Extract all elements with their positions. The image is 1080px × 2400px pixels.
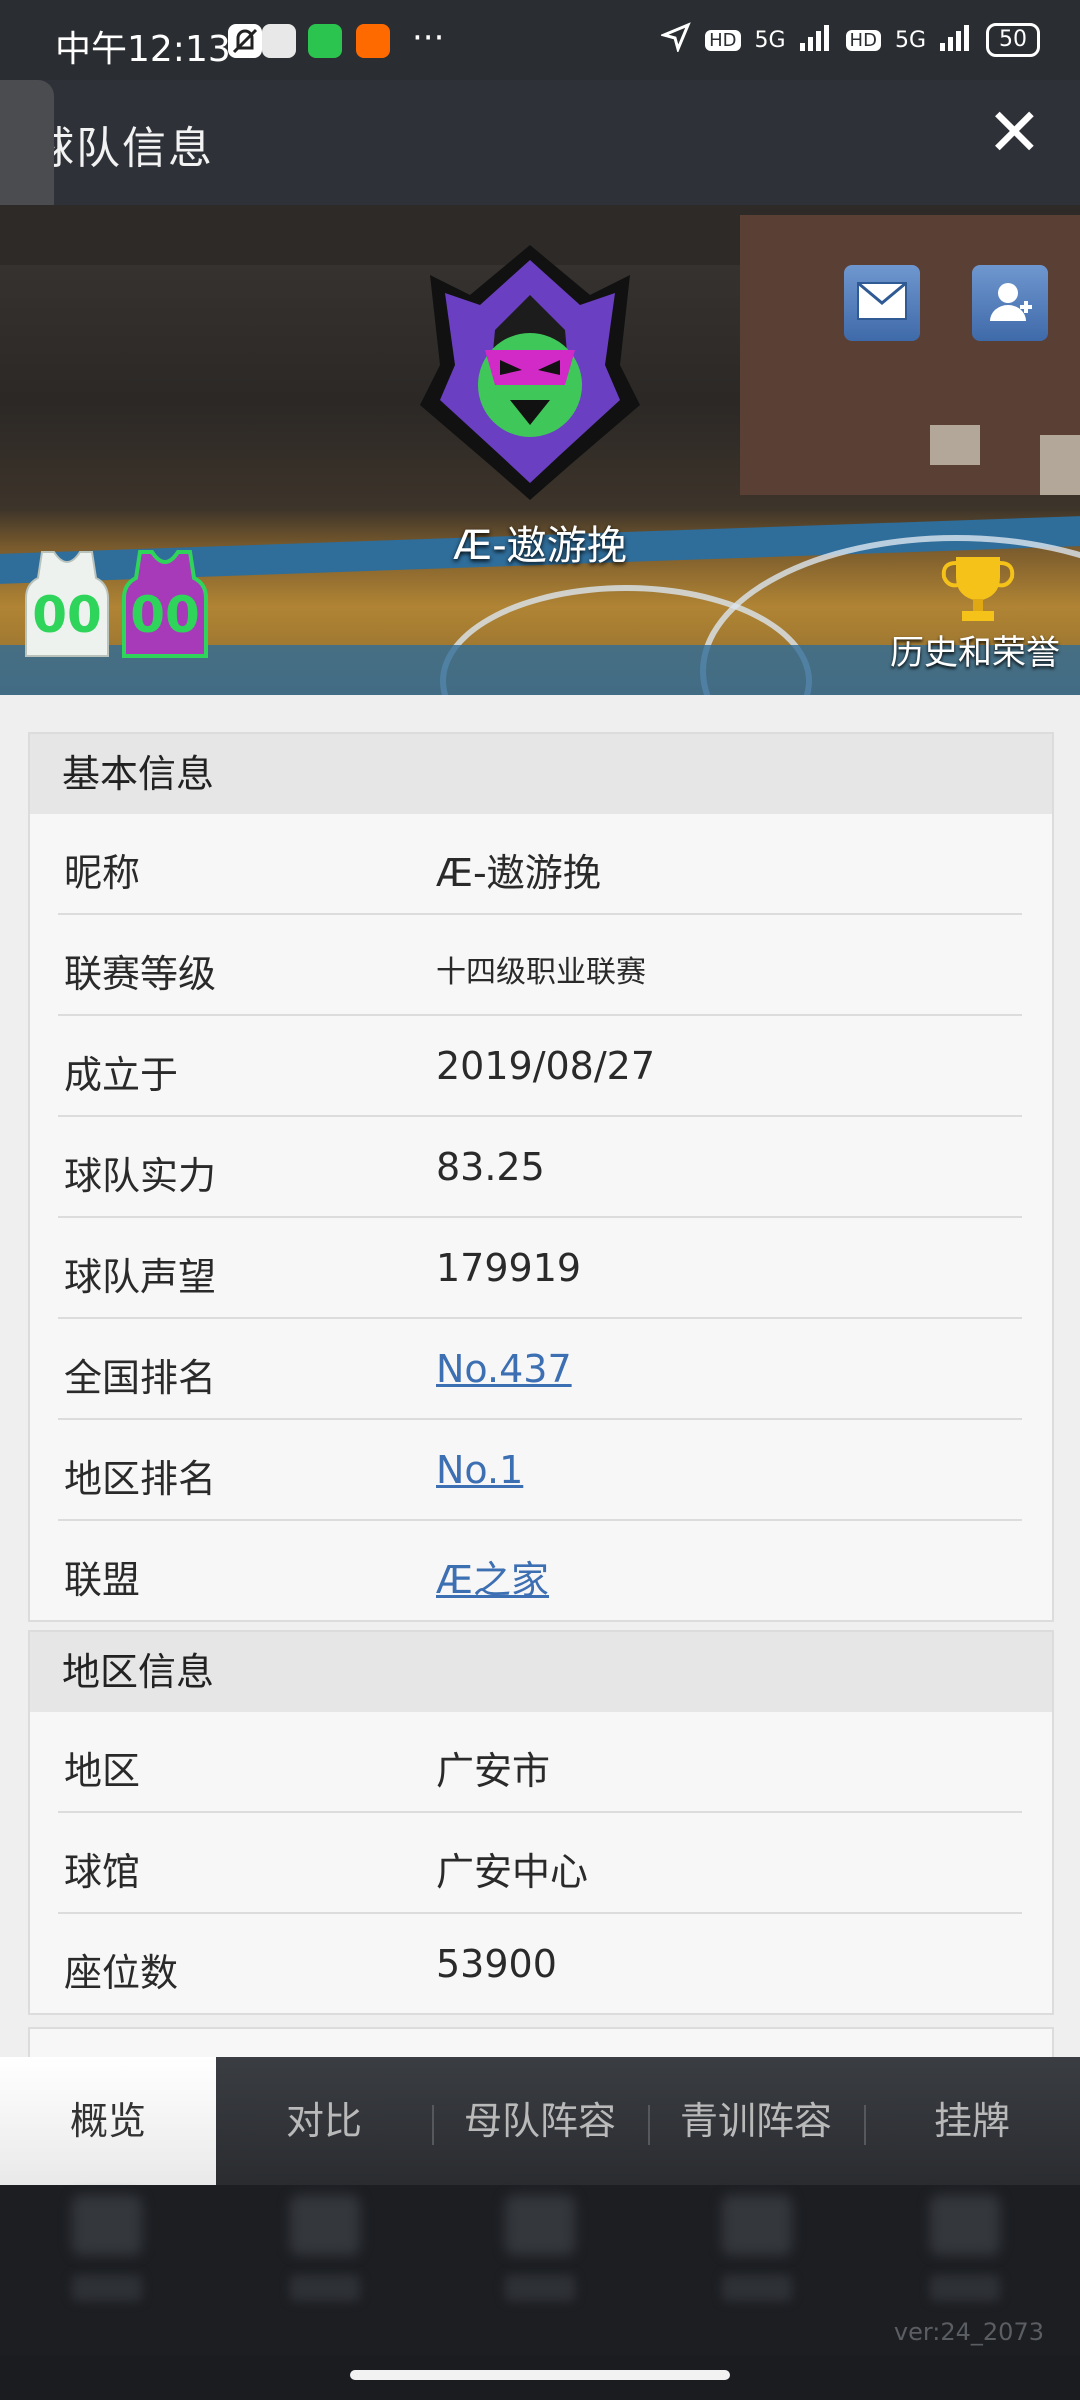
nav-item-4-icon[interactable] (722, 2195, 792, 2255)
basic-info-card: 基本信息 昵称 Æ-遨游挽 联赛等级 十四级职业联赛 成立于 2019/08/2… (28, 732, 1054, 1622)
info-row-region: 地区 广安市 (58, 1712, 1022, 1813)
row-value: 广安市 (436, 1749, 551, 1793)
tab-transfer-list[interactable]: 挂牌 (864, 2057, 1080, 2185)
trophy-icon[interactable] (940, 553, 1016, 629)
nav-item-3-label (505, 2275, 575, 2301)
mute-icon (228, 24, 262, 58)
row-label: 成立于 (64, 1053, 179, 1097)
message-button[interactable] (844, 265, 920, 341)
row-label: 联盟 (64, 1558, 141, 1602)
national-rank-link[interactable]: No.437 (436, 1347, 572, 1391)
alliance-link[interactable]: Æ之家 (436, 1549, 549, 1604)
info-row-strength: 球队实力 83.25 (58, 1117, 1022, 1218)
info-row-seats: 座位数 53900 (58, 1914, 1022, 2013)
nav-item-3-icon[interactable] (505, 2195, 575, 2255)
add-user-icon (986, 277, 1034, 329)
nav-item-5-icon[interactable] (930, 2195, 1000, 2255)
row-label: 球馆 (64, 1850, 141, 1894)
row-label: 地区排名 (64, 1457, 217, 1501)
region-rank-link[interactable]: No.1 (436, 1448, 523, 1492)
home-jersey[interactable]: 00 (24, 550, 110, 658)
info-row-prestige: 球队声望 179919 (58, 1218, 1022, 1319)
info-row-region-rank: 地区排名 No.1 (58, 1420, 1022, 1521)
signal-icon-2 (940, 23, 972, 57)
status-bar: 中午12:13 ··· HD 5G HD 5G 50 (0, 0, 1080, 80)
app-notification-icon (262, 24, 296, 58)
version-label: ver:24_2073 (893, 2318, 1044, 2346)
nav-item-4-label (722, 2275, 792, 2301)
row-value: 十四级职业联赛 (436, 955, 646, 990)
team-logo (400, 235, 660, 505)
info-row-founded: 成立于 2019/08/27 (58, 1016, 1022, 1117)
row-label: 球队实力 (64, 1154, 217, 1198)
region-info-heading: 地区信息 (30, 1632, 1052, 1712)
nav-item-1-icon[interactable] (72, 2195, 142, 2255)
nav-item-1-label (72, 2275, 142, 2301)
hd-badge-2: HD (845, 29, 881, 51)
row-label: 昵称 (64, 851, 141, 895)
page-title: 球队信息 (30, 123, 214, 174)
signal-5g-label-2: 5G (894, 27, 926, 53)
home-jersey-number: 00 (32, 586, 102, 644)
info-row-arena: 球馆 广安中心 (58, 1813, 1022, 1914)
history-honors-link[interactable]: 历史和荣誉 (890, 625, 1060, 674)
tab-bar: 概览 对比 母队阵容 青训阵容 挂牌 (0, 2057, 1080, 2185)
title-bar: 球队信息 ✕ (0, 80, 1080, 205)
info-row-national-rank: 全国排名 No.437 (58, 1319, 1022, 1420)
mi-icon (356, 24, 390, 58)
location-icon (659, 22, 691, 58)
signal-5g-label: 5G (754, 27, 786, 53)
info-row-nickname: 昵称 Æ-遨游挽 (58, 814, 1022, 915)
row-value: 53900 (436, 1942, 557, 1986)
row-label: 球队声望 (64, 1255, 217, 1299)
row-label: 座位数 (64, 1951, 179, 1995)
row-label: 地区 (64, 1749, 141, 1793)
region-info-card: 地区信息 地区 广安市 球馆 广安中心 座位数 53900 (28, 1630, 1054, 2015)
close-button[interactable]: ✕ (987, 100, 1042, 166)
nav-item-2-icon[interactable] (290, 2195, 360, 2255)
away-jersey-number: 00 (130, 586, 200, 644)
away-jersey[interactable]: 00 (122, 550, 208, 658)
tab-overview[interactable]: 概览 (0, 2057, 216, 2185)
row-value: 83.25 (436, 1145, 545, 1189)
team-banner: Æ-遨游挽 00 00 历史和荣誉 (0, 205, 1080, 695)
status-right: HD 5G HD 5G 50 (659, 22, 1040, 58)
row-label: 全国排名 (64, 1356, 217, 1400)
wechat-icon (308, 24, 342, 58)
row-label: 联赛等级 (64, 952, 217, 996)
main-content: 基本信息 昵称 Æ-遨游挽 联赛等级 十四级职业联赛 成立于 2019/08/2… (0, 695, 1080, 2059)
add-friend-button[interactable] (972, 265, 1048, 341)
team-name: Æ-遨游挽 (453, 523, 627, 569)
info-row-alliance: 联盟 Æ之家 (58, 1521, 1022, 1620)
row-value: 179919 (436, 1246, 582, 1290)
more-notifications-icon: ··· (412, 18, 445, 58)
status-time: 中午12:13 (55, 29, 231, 70)
tab-compare[interactable]: 对比 (216, 2057, 432, 2185)
info-row-league: 联赛等级 十四级职业联赛 (58, 915, 1022, 1016)
row-value: 2019/08/27 (436, 1044, 656, 1088)
tab-youth-roster[interactable]: 青训阵容 (648, 2057, 864, 2185)
nav-item-5-label (930, 2275, 1000, 2301)
nav-item-2-label (290, 2275, 360, 2301)
battery-indicator: 50 (986, 23, 1040, 57)
hd-badge: HD (705, 29, 741, 51)
row-value: Æ-遨游挽 (436, 851, 601, 895)
row-value: 广安中心 (436, 1850, 589, 1894)
home-indicator[interactable] (350, 2370, 730, 2380)
signal-icon (799, 23, 832, 57)
next-card-partial (28, 2027, 1054, 2059)
envelope-icon (856, 281, 908, 325)
basic-info-heading: 基本信息 (30, 734, 1052, 814)
tab-main-roster[interactable]: 母队阵容 (432, 2057, 648, 2185)
